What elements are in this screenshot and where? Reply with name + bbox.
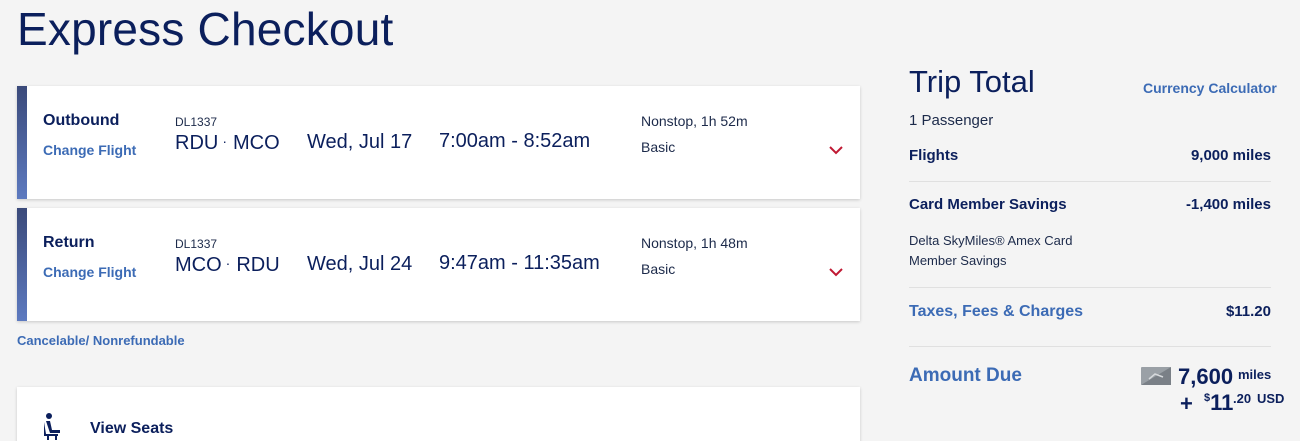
leg-label: Return <box>43 234 95 251</box>
fare-class: Basic <box>641 261 676 277</box>
flight-times: 9:47am - 11:35am <box>439 252 600 274</box>
amount-due-plus: + <box>1180 391 1193 416</box>
view-seats-card[interactable]: View Seats <box>17 387 860 441</box>
amount-due-label: Amount Due <box>909 365 1022 386</box>
change-flight-link[interactable]: Change Flight <box>43 264 136 280</box>
flight-card-outbound: Outbound Change Flight DL1337 RDU · MCO We… <box>17 86 860 199</box>
page-title: Express Checkout <box>17 3 394 55</box>
route: MCO · RDU <box>175 254 280 277</box>
savings-note: Delta SkyMiles® Amex Card Member Savings <box>909 233 1073 268</box>
fare-policy-label: Cancelable/ Nonrefundable <box>17 333 185 348</box>
amount-due-miles-unit: miles <box>1238 367 1272 382</box>
flight-date: Wed, Jul 17 <box>307 131 413 153</box>
chevron-down-icon[interactable] <box>827 265 845 279</box>
card-accent-bar <box>17 208 27 321</box>
leg-label: Outbound <box>43 112 120 129</box>
divider <box>909 181 1271 182</box>
divider <box>909 287 1271 288</box>
taxes-fees-value: $11.20 <box>1225 303 1271 320</box>
trip-total-title: Trip Total <box>909 64 1035 99</box>
fare-class: Basic <box>641 139 676 155</box>
flight-duration: Nonstop, 1h 52m <box>641 113 748 129</box>
origin-code: RDU <box>175 132 219 154</box>
flights-cost-value: 9,000 miles <box>1190 147 1271 164</box>
flights-cost-label: Flights <box>909 147 959 164</box>
taxes-fees-link[interactable]: Taxes, Fees & Charges <box>909 303 1083 321</box>
amount-due-miles: 7,600 <box>1178 364 1234 389</box>
divider <box>909 346 1271 347</box>
passenger-count: 1 Passenger <box>909 112 994 129</box>
savings-label: Card Member Savings <box>909 196 1067 213</box>
amount-due-dollars: $11 <box>1204 390 1233 416</box>
route-separator: · <box>222 133 228 149</box>
origin-code: MCO <box>175 254 222 276</box>
view-seats-label[interactable]: View Seats <box>90 420 173 438</box>
flight-card-return: Return Change Flight DL1337 MCO · RDU Wed,… <box>17 208 860 321</box>
credit-card-icon <box>1141 367 1171 385</box>
amount-due-currency: USD <box>1257 391 1285 406</box>
route: RDU · MCO <box>175 132 280 155</box>
destination-code: MCO <box>233 132 280 154</box>
chevron-down-icon[interactable] <box>827 143 845 157</box>
card-accent-bar <box>17 86 27 199</box>
flight-number: DL1337 <box>175 237 218 251</box>
flight-duration: Nonstop, 1h 48m <box>641 235 748 251</box>
flight-number: DL1337 <box>175 115 218 129</box>
seat-icon <box>44 413 60 440</box>
amount-due-cents: .20 <box>1233 391 1252 406</box>
route-separator: · <box>225 255 231 271</box>
savings-value: -1,400 miles <box>1185 196 1271 213</box>
flight-times: 7:00am - 8:52am <box>439 130 591 152</box>
dollar-amount: 11 <box>1210 390 1234 415</box>
change-flight-link[interactable]: Change Flight <box>43 142 136 158</box>
flight-date: Wed, Jul 24 <box>307 253 413 275</box>
currency-calculator-link[interactable]: Currency Calculator <box>1143 80 1277 96</box>
destination-code: RDU <box>236 254 280 276</box>
